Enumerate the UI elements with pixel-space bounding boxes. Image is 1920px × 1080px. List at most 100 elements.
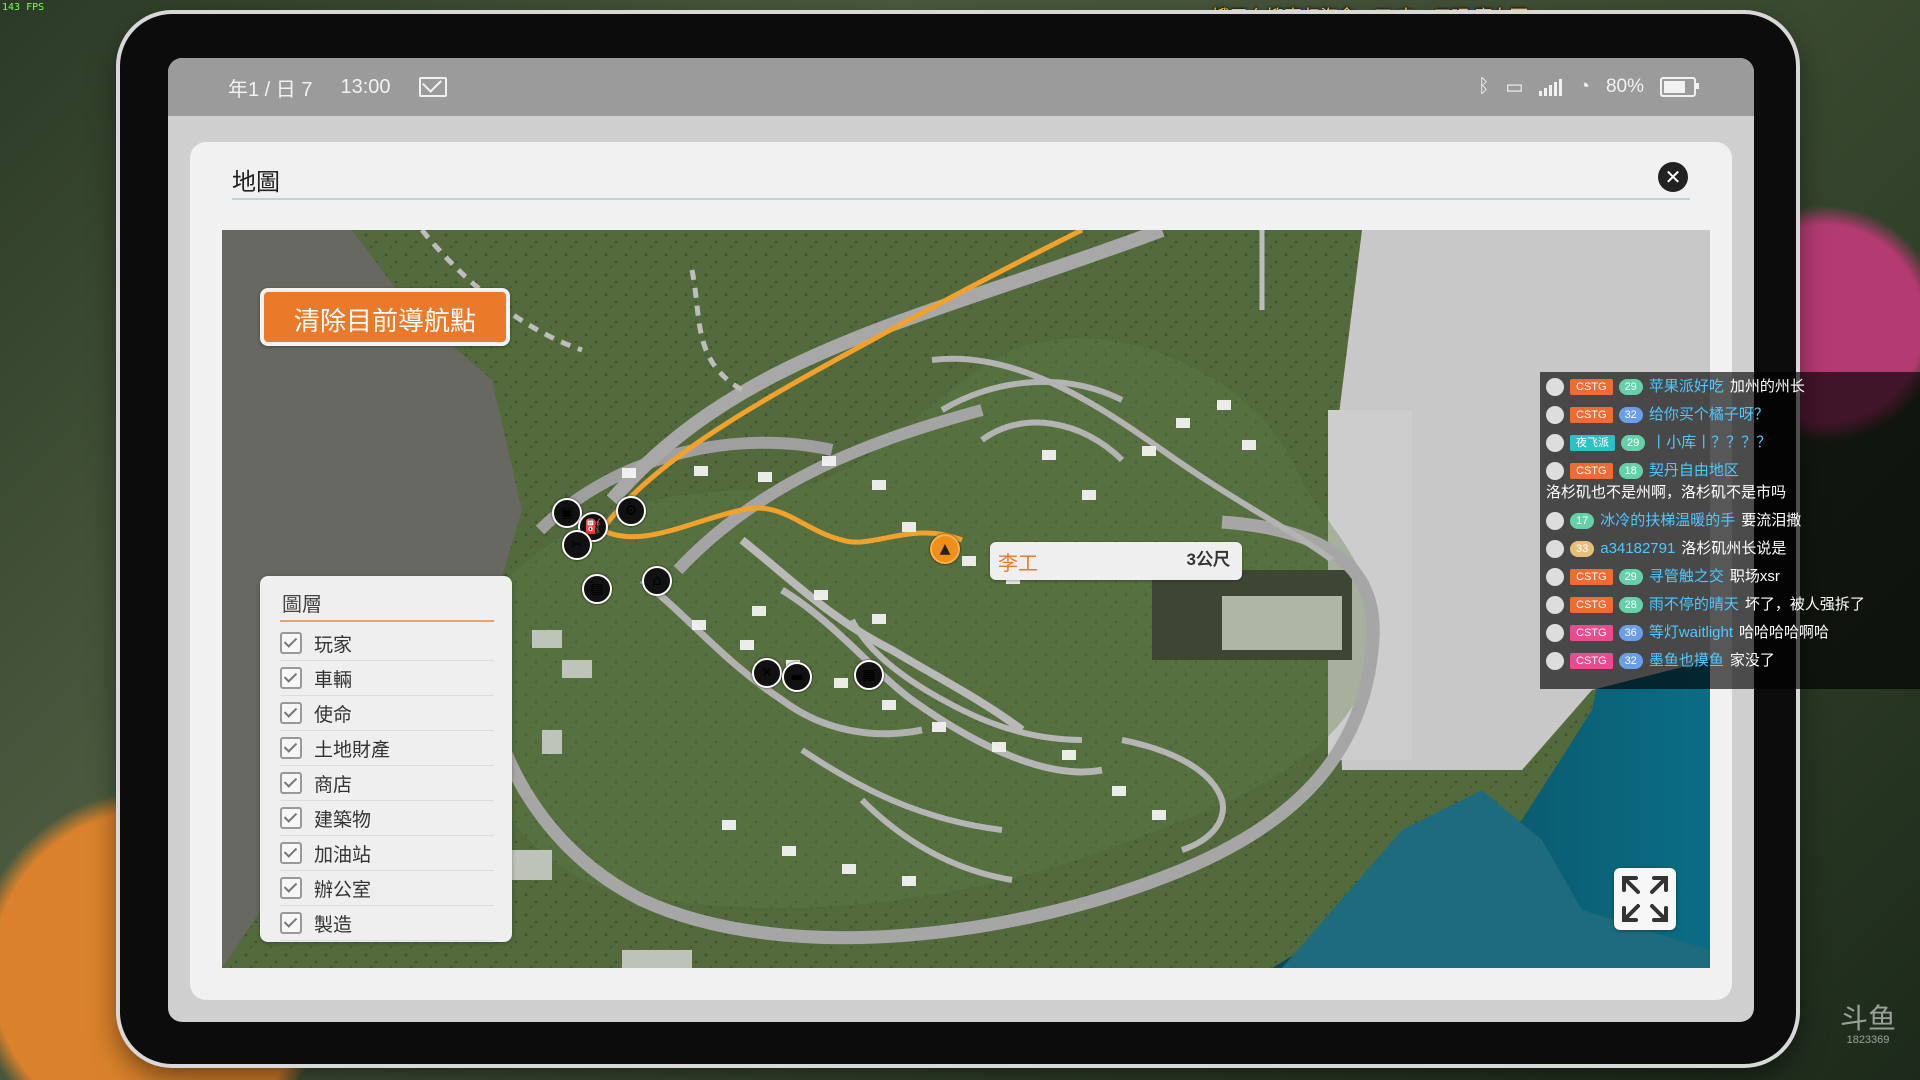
chat-avatar (1546, 406, 1564, 424)
chat-avatar (1546, 540, 1564, 558)
chat-avatar (1546, 568, 1564, 586)
layer-label: 建築物 (314, 809, 372, 831)
chat-badge: CSTG (1570, 463, 1613, 479)
chat-level: 28 (1618, 597, 1643, 613)
vehicle-icon[interactable]: ⚙ (616, 496, 646, 526)
chat-level: 29 (1618, 569, 1643, 585)
chat-message: CSTG 32 给你买个橘子呀？ (1546, 404, 1914, 426)
chat-level: 32 (1618, 407, 1643, 423)
status-left-group: 年1 / 日 7 13:00 (228, 58, 447, 116)
player-location-icon[interactable]: ▲ (930, 534, 960, 564)
chat-text: 职场xsr (1729, 568, 1780, 585)
battery-level-fill (1664, 81, 1685, 93)
chat-message: CSTG 28 雨不停的晴天 坏了，被人强拆了 (1546, 594, 1914, 616)
battery-percent: 80% (1605, 76, 1644, 97)
chat-username[interactable]: a34182791 (1600, 538, 1675, 560)
chat-level: 33 (1570, 541, 1595, 557)
chat-avatar (1546, 462, 1564, 480)
layer-checkbox[interactable] (280, 912, 302, 934)
layer-label: 土地財產 (314, 739, 391, 761)
chat-username[interactable]: 契丹自由地区 (1649, 460, 1739, 482)
manufacturing-icon[interactable]: ✕ (752, 658, 782, 688)
chat-avatar (1546, 378, 1564, 396)
chat-text: 坏了，被人强拆了 (1744, 596, 1865, 613)
layer-item-property[interactable]: 土地財產 (280, 731, 494, 766)
chat-username[interactable]: 丨小库丨？？？？ (1651, 432, 1771, 454)
title-divider (232, 198, 1690, 200)
chat-badge: CSTG (1570, 597, 1613, 613)
chat-text: 洛杉矶州长说是 (1681, 540, 1787, 557)
layer-item-office[interactable]: 辦公室 (280, 871, 494, 906)
chat-badge: CSTG (1570, 625, 1613, 641)
sim-icon: ▭ (1505, 76, 1524, 98)
chat-avatar (1546, 652, 1564, 670)
tools-icon[interactable]: ✂ (562, 530, 592, 560)
chat-username[interactable]: 寻管触之交 (1649, 566, 1724, 588)
tablet-screen: 年1 / 日 7 13:00 ᛒ ▭ ◔ 80% 地圖 ✕ 清除目前導航點 李工… (168, 58, 1754, 1022)
tablet-status-bar: 年1 / 日 7 13:00 ᛒ ▭ ◔ 80% (168, 58, 1754, 116)
layers-title: 圖層 (282, 594, 322, 616)
chat-text: 家没了 (1729, 652, 1775, 669)
layers-panel: 圖層 玩家 車輛 使命 土地財產 商店 建築物 加油站 辦公室 製造 (260, 576, 512, 942)
map-canvas[interactable]: 清除目前導航點 李工 3公尺 ▲ ▣ ⛽ ✂ ⚙ ▤ ⌂ ✕ ▬ ▦ ▣ 圖層 … (222, 230, 1710, 968)
mail-icon[interactable] (418, 77, 447, 97)
layer-checkbox[interactable] (280, 667, 302, 689)
chat-level: 36 (1618, 625, 1643, 641)
chat-message: 17 冰冷的扶梯温暖的手 要流泪撒 (1546, 510, 1914, 532)
chat-avatar (1546, 434, 1564, 452)
chat-username[interactable]: 冰冷的扶梯温暖的手 (1600, 510, 1735, 532)
chat-badge: CSTG (1570, 379, 1613, 395)
layers-divider (280, 620, 494, 622)
layer-item-manufacturing[interactable]: 製造 (280, 906, 494, 941)
chat-username[interactable]: 给你买个橘子呀？ (1649, 404, 1769, 426)
office-icon[interactable]: ▦ (854, 660, 884, 690)
chat-level: 29 (1621, 435, 1646, 451)
layer-list: 玩家 車輛 使命 土地財產 商店 建築物 加油站 辦公室 製造 (280, 626, 494, 942)
chat-level: 32 (1618, 653, 1643, 669)
battery-icon (1660, 77, 1699, 97)
layer-checkbox[interactable] (280, 702, 302, 724)
layer-item-mission[interactable]: 使命 (280, 696, 494, 731)
property-icon[interactable]: ⌂ (642, 566, 672, 596)
layer-label: 玩家 (314, 634, 353, 656)
chat-username[interactable]: 雨不停的晴天 (1649, 594, 1739, 616)
status-right-group: ᛒ ▭ ◔ 80% (1478, 58, 1699, 116)
layer-checkbox[interactable] (280, 877, 302, 899)
layer-label: 商店 (314, 774, 353, 796)
chat-badge: 夜飞派 (1570, 435, 1615, 451)
layer-item-gas-station[interactable]: 加油站 (280, 836, 494, 871)
layer-item-shop[interactable]: 商店 (280, 766, 494, 801)
layer-checkbox[interactable] (280, 807, 302, 829)
building-icon[interactable]: ▤ (582, 574, 612, 604)
chat-message: 33 a34182791 洛杉矶州长说是 (1546, 538, 1914, 560)
chat-message: CSTG 32 墨鱼也摸鱼 家没了 (1546, 650, 1914, 672)
layer-checkbox[interactable] (280, 772, 302, 794)
layer-item-building[interactable]: 建築物 (280, 801, 494, 836)
chat-message: CSTG 36 等灯waitlight 哈哈哈哈啊哈 (1546, 622, 1914, 644)
chat-username[interactable]: 墨鱼也摸鱼 (1649, 650, 1724, 672)
map-app-window: 地圖 ✕ 清除目前導航點 李工 3公尺 ▲ ▣ ⛽ ✂ ⚙ ▤ ⌂ ✕ ▬ ▦ … (190, 142, 1732, 1000)
layer-item-vehicle[interactable]: 車輛 (280, 661, 494, 696)
car-icon[interactable]: ▬ (782, 662, 812, 692)
watermark-logo: 斗鱼 (1839, 1003, 1896, 1034)
chat-username[interactable]: 苹果派好吃 (1649, 376, 1724, 398)
map-app-title: 地圖 (232, 169, 280, 196)
layer-label: 車輛 (314, 669, 353, 691)
fullscreen-icon[interactable] (1614, 868, 1676, 930)
chat-badge: CSTG (1570, 407, 1613, 423)
layer-checkbox[interactable] (280, 842, 302, 864)
status-time: 13:00 (340, 75, 391, 98)
bluetooth-icon: ᛒ (1478, 76, 1490, 97)
selected-location-label[interactable]: 李工 3公尺 (990, 542, 1242, 580)
chat-avatar (1546, 596, 1564, 614)
layer-checkbox[interactable] (280, 737, 302, 759)
layer-checkbox[interactable] (280, 632, 302, 654)
chat-level: 18 (1618, 463, 1643, 479)
layer-item-player[interactable]: 玩家 (280, 626, 494, 661)
chat-username[interactable]: 等灯waitlight (1649, 622, 1733, 644)
chat-scroll-area[interactable]: CSTG 29 苹果派好吃 加州的州长 CSTG 32 给你买个橘子呀？ 夜飞派… (1546, 376, 1914, 689)
selected-location-distance: 3公尺 (1186, 550, 1230, 569)
close-icon[interactable]: ✕ (1658, 162, 1688, 192)
clear-navigation-button[interactable]: 清除目前導航點 (260, 288, 510, 346)
chat-text: 要流泪撒 (1741, 512, 1802, 529)
